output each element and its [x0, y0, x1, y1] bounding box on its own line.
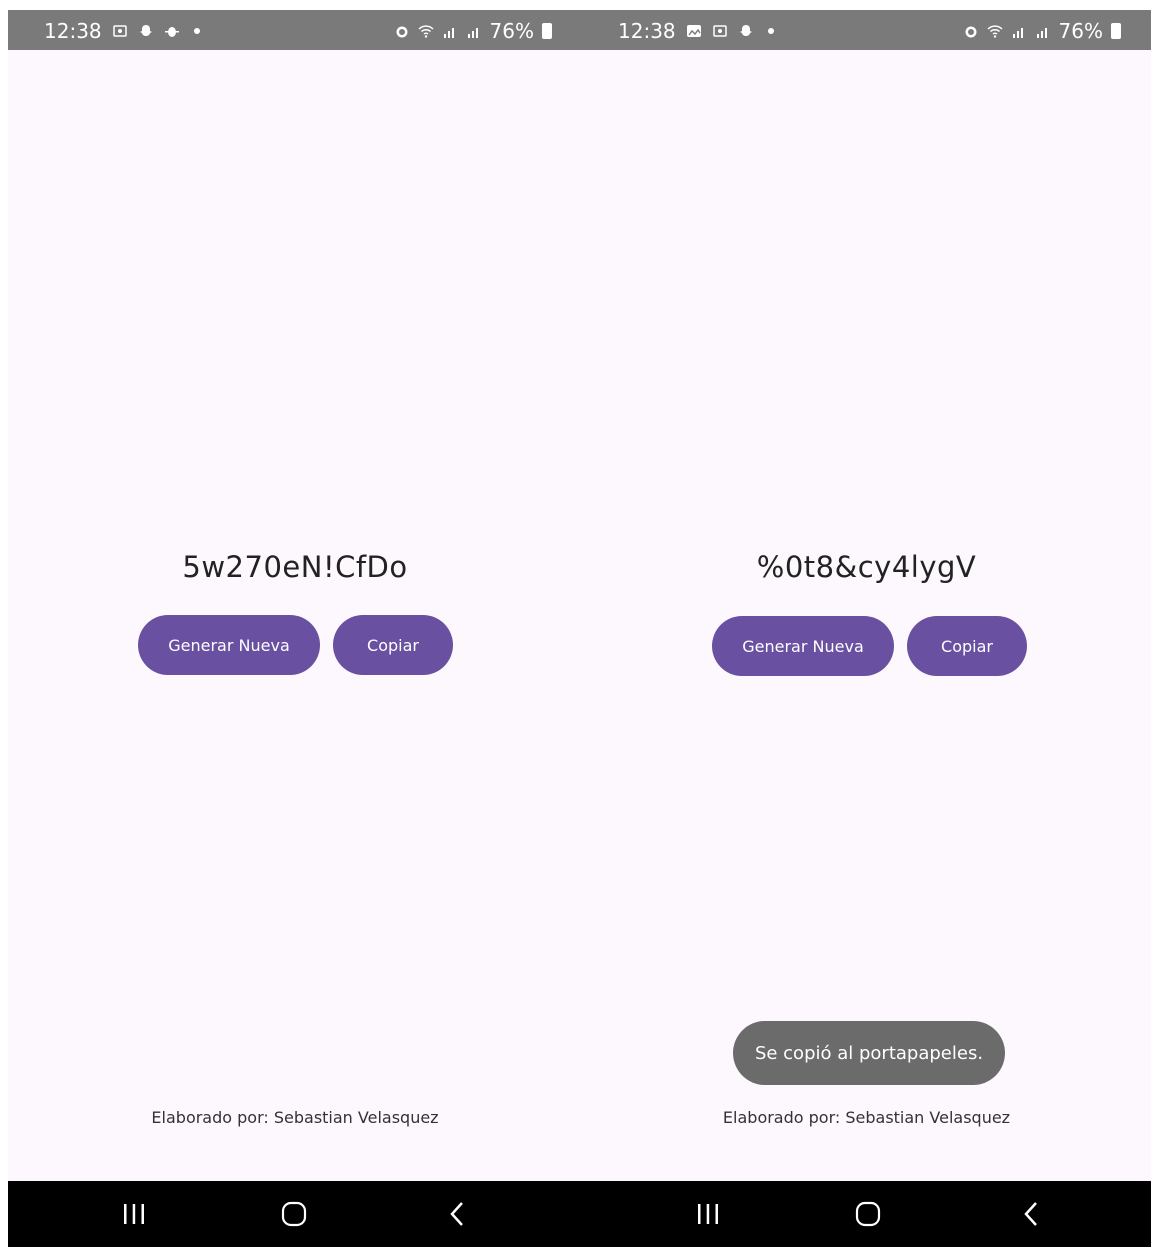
gallery-icon — [686, 23, 702, 39]
generated-password: 5w270eN!CfDo — [182, 550, 408, 584]
wifi-icon — [987, 23, 1003, 39]
status-bar: 12:38 76% — [8, 10, 582, 50]
status-bar: 12:38 76% — [582, 10, 1151, 50]
copy-button[interactable]: Copiar — [907, 616, 1027, 676]
snapchat-icon — [738, 23, 754, 39]
status-time: 12:38 — [44, 19, 102, 43]
signal-icon — [1035, 23, 1051, 39]
battery-icon — [542, 23, 552, 39]
battery-percent: 76% — [1058, 19, 1103, 43]
back-icon[interactable] — [442, 1199, 474, 1229]
dot-icon — [193, 28, 200, 34]
recents-icon[interactable] — [692, 1199, 724, 1229]
footer-credit: Elaborado por: Sebastian Velasquez — [722, 1108, 1011, 1127]
copy-button[interactable]: Copiar — [333, 615, 453, 675]
signal-icon — [442, 23, 458, 39]
status-left: 12:38 — [618, 19, 774, 43]
signal-icon — [1011, 23, 1027, 39]
navigation-bar — [582, 1181, 1151, 1247]
screenshot-icon — [112, 23, 128, 39]
screenshot-composite: 12:38 76% 5w270eN!CfDo Generar Nueva Cop… — [0, 0, 1151, 1247]
toast-message: Se copió al portapapeles. — [733, 1021, 1005, 1085]
battery-icon — [1111, 23, 1121, 39]
dot-icon — [767, 28, 774, 34]
phone-screen-right: 12:38 76% %0t8&cy4lygV Generar Nueva Cop… — [582, 10, 1151, 1247]
status-time: 12:38 — [618, 19, 676, 43]
generate-new-button[interactable]: Generar Nueva — [712, 616, 894, 676]
status-right: 76% — [963, 19, 1121, 43]
signal-icon — [466, 23, 482, 39]
bug-icon — [164, 23, 180, 39]
battery-percent: 76% — [489, 19, 534, 43]
navigation-bar — [8, 1181, 582, 1247]
status-left: 12:38 — [44, 19, 200, 43]
alarm-icon — [963, 23, 979, 39]
generated-password: %0t8&cy4lygV — [756, 550, 977, 584]
wifi-icon — [418, 23, 434, 39]
snapchat-icon — [138, 23, 154, 39]
screenshot-icon — [712, 23, 728, 39]
recents-icon[interactable] — [118, 1199, 150, 1229]
home-icon[interactable] — [278, 1199, 310, 1229]
status-right: 76% — [394, 19, 552, 43]
footer-credit: Elaborado por: Sebastian Velasquez — [151, 1108, 439, 1127]
alarm-icon — [394, 23, 410, 39]
back-icon[interactable] — [1016, 1199, 1048, 1229]
phone-screen-left: 12:38 76% 5w270eN!CfDo Generar Nueva Cop… — [8, 10, 582, 1247]
generate-new-button[interactable]: Generar Nueva — [138, 615, 320, 675]
home-icon[interactable] — [852, 1199, 884, 1229]
